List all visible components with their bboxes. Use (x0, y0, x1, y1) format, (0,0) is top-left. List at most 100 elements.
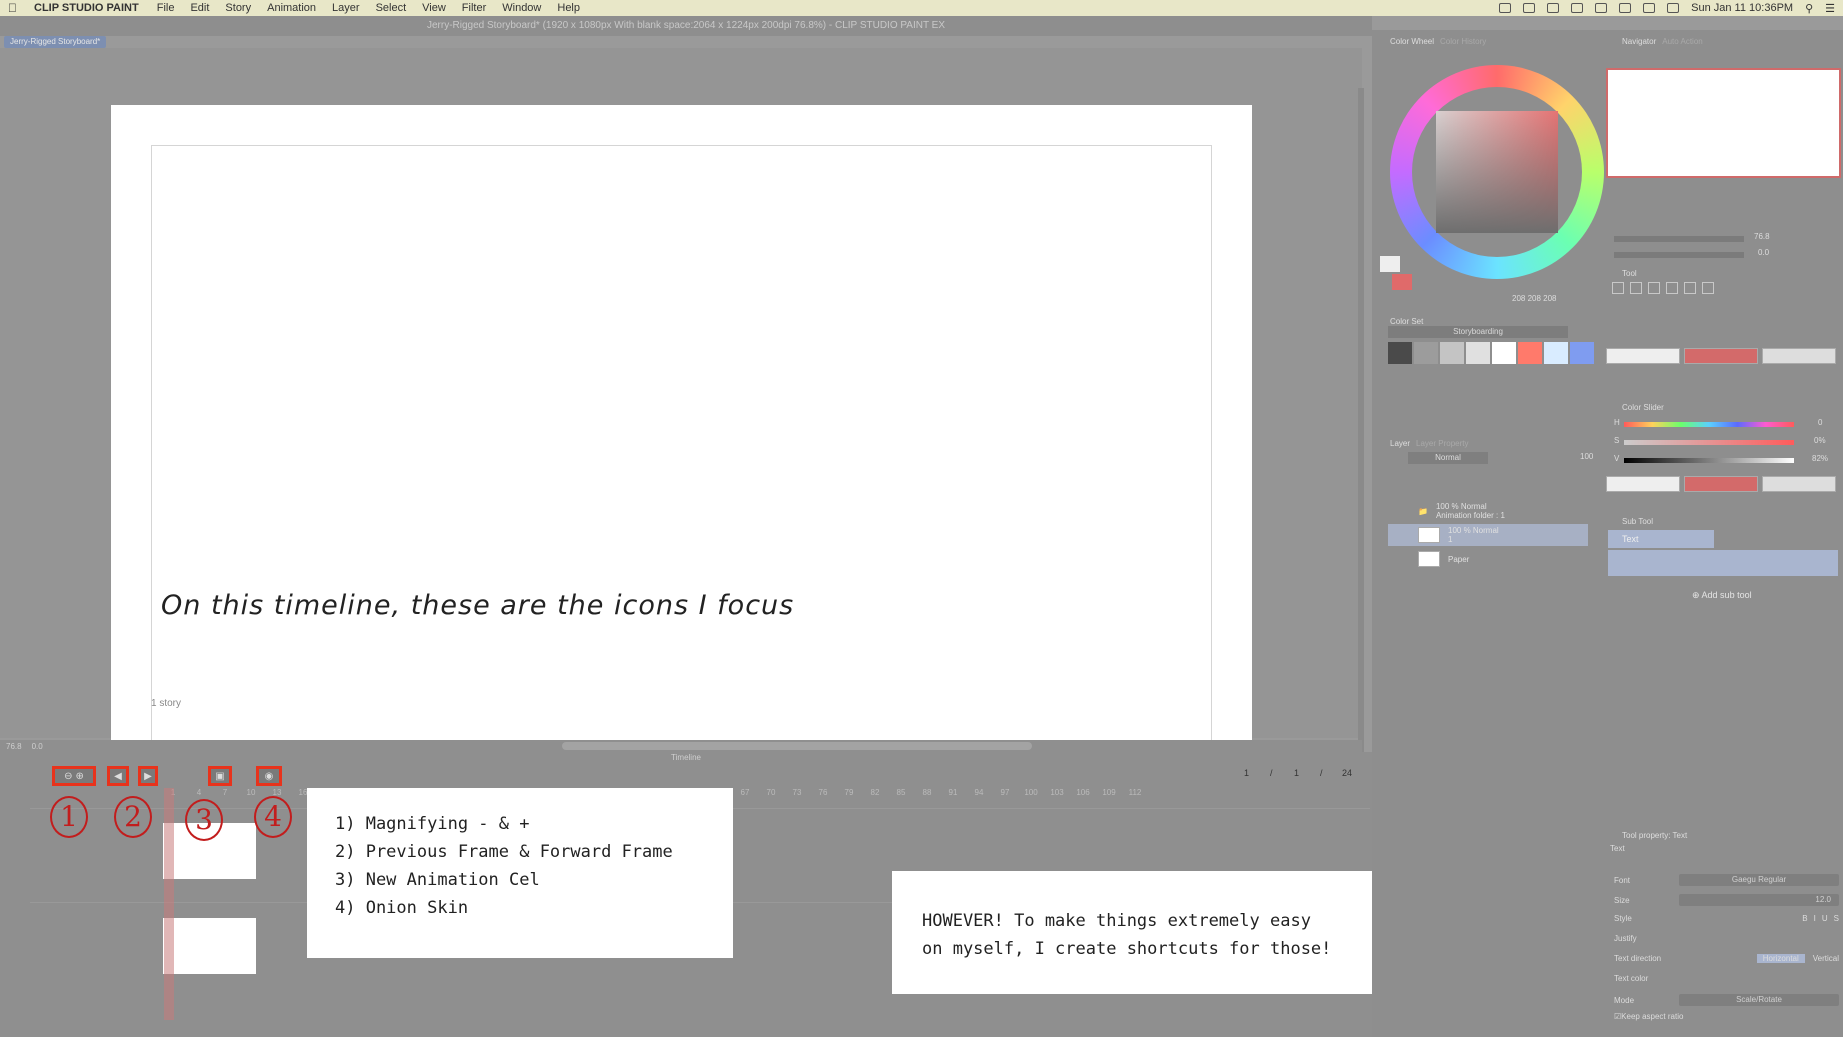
ruler-tick[interactable]: 112 (1122, 788, 1148, 800)
ruler-tick[interactable]: 73 (784, 788, 810, 800)
hue-slider[interactable] (1624, 422, 1794, 427)
tool-sub-color[interactable] (1684, 348, 1758, 364)
tab-auto-action[interactable]: Auto Action (1662, 37, 1702, 46)
eraser-tool-icon[interactable] (1630, 282, 1642, 294)
ruler-tick[interactable]: 76 (810, 788, 836, 800)
slider-main-color[interactable] (1606, 476, 1680, 492)
paper-cel[interactable] (163, 918, 256, 974)
text-tool-icon[interactable] (1684, 282, 1696, 294)
layer-row-paper[interactable]: Paper (1388, 548, 1588, 570)
saturation-value[interactable]: 0% (1814, 436, 1826, 445)
saturation-slider[interactable] (1624, 440, 1794, 445)
underline-button[interactable]: U (1822, 914, 1828, 923)
ruler-tick[interactable]: 70 (758, 788, 784, 800)
zoom-value[interactable]: 76.8 (6, 742, 22, 751)
menu-animation[interactable]: Animation (267, 2, 316, 14)
bluetooth-icon[interactable] (1619, 3, 1632, 13)
slider-sub-color[interactable] (1684, 476, 1758, 492)
tab-color-history[interactable]: Color History (1440, 37, 1486, 46)
zoom-in-icon[interactable]: ⊕ (76, 771, 84, 782)
menu-window[interactable]: Window (502, 2, 541, 14)
color-wheel[interactable] (1390, 65, 1604, 279)
headphones-icon[interactable] (1571, 3, 1584, 13)
blend-mode-select[interactable]: Normal (1408, 452, 1488, 464)
opacity-value[interactable]: 100 (1580, 452, 1593, 461)
rotation-value[interactable]: 0.0 (32, 742, 43, 751)
navigator-preview[interactable] (1606, 68, 1841, 178)
tab-color-wheel[interactable]: Color Wheel (1390, 37, 1434, 46)
ruler-tick[interactable]: 94 (966, 788, 992, 800)
hue-value[interactable]: 0 (1818, 418, 1822, 427)
zoom-out-icon[interactable]: ⊖ (64, 771, 72, 782)
previous-frame-button[interactable]: ◀ (107, 766, 129, 786)
layer-row-cel[interactable]: 100 % Normal 1 (1388, 524, 1588, 546)
ruler-tick[interactable]: 109 (1096, 788, 1122, 800)
sub-color-swatch[interactable] (1392, 274, 1412, 290)
swatch-6[interactable] (1518, 342, 1542, 364)
ruler-tick[interactable]: 85 (888, 788, 914, 800)
menu-story[interactable]: Story (225, 2, 251, 14)
canvas-page[interactable] (111, 105, 1252, 783)
menu-edit[interactable]: Edit (190, 2, 209, 14)
italic-button[interactable]: I (1814, 914, 1816, 923)
cast-icon[interactable] (1595, 3, 1608, 13)
ruler-tick[interactable]: 4 (186, 788, 212, 800)
font-select[interactable]: Gaegu Regular (1679, 874, 1839, 886)
swatch-3[interactable] (1440, 342, 1464, 364)
zoom-buttons[interactable]: ⊖ ⊕ (52, 766, 96, 786)
ruler-tick[interactable]: 100 (1018, 788, 1044, 800)
next-frame-button[interactable]: ▶ (138, 766, 158, 786)
document-tab[interactable]: Jerry-Rigged Storyboard* (4, 36, 107, 48)
ruler-tick[interactable]: 10 (238, 788, 264, 800)
value-slider[interactable] (1624, 458, 1794, 463)
brush-tool-icon[interactable] (1648, 282, 1660, 294)
menu-file[interactable]: File (157, 2, 175, 14)
dropbox-icon[interactable] (1499, 3, 1512, 13)
menu-view[interactable]: View (422, 2, 446, 14)
tab-layer-property[interactable]: Layer Property (1416, 439, 1468, 448)
menu-select[interactable]: Select (376, 2, 407, 14)
tool-transparent-color[interactable] (1762, 348, 1836, 364)
sub-tool-text[interactable]: Text (1608, 530, 1714, 548)
saturation-square[interactable] (1436, 111, 1558, 233)
vertical-button[interactable]: Vertical (1813, 954, 1839, 963)
nav-angle-slider[interactable] (1614, 252, 1744, 258)
ruler-tick[interactable]: 106 (1070, 788, 1096, 800)
horizontal-scrollbar[interactable] (562, 742, 1032, 750)
apple-icon[interactable]:  (8, 1, 20, 15)
swatch-4[interactable] (1466, 342, 1490, 364)
tab-layer[interactable]: Layer (1390, 439, 1410, 448)
new-animation-cel-button[interactable]: ▣ (208, 766, 232, 786)
fill-tool-icon[interactable] (1666, 282, 1678, 294)
playhead[interactable] (164, 788, 174, 1020)
ruler-tick[interactable]: 103 (1044, 788, 1070, 800)
size-input[interactable]: 12.0 (1679, 894, 1839, 906)
ruler-tick[interactable]: 88 (914, 788, 940, 800)
grid-icon[interactable] (1523, 3, 1536, 13)
swatch-1[interactable] (1388, 342, 1412, 364)
pen-tool-icon[interactable] (1612, 282, 1624, 294)
swatch-8[interactable] (1570, 342, 1594, 364)
menubar-clock[interactable]: Sun Jan 11 10:36PM (1691, 2, 1793, 14)
canvas-area[interactable] (0, 48, 1364, 788)
nav-zoom-value[interactable]: 76.8 (1754, 232, 1770, 241)
value-value[interactable]: 82% (1812, 454, 1828, 463)
nav-zoom-slider[interactable] (1614, 236, 1744, 242)
layer-row-folder[interactable]: 📁 100 % Normal Animation folder : 1 (1388, 500, 1588, 522)
color-set-dropdown[interactable]: Storyboarding (1388, 326, 1568, 338)
menu-filter[interactable]: Filter (462, 2, 486, 14)
battery-icon[interactable] (1667, 3, 1680, 13)
ruler-tick[interactable]: 7 (212, 788, 238, 800)
main-color-swatch[interactable] (1380, 256, 1400, 272)
swatch-7[interactable] (1544, 342, 1568, 364)
ruler-tick[interactable]: 91 (940, 788, 966, 800)
swatch-2[interactable] (1414, 342, 1438, 364)
vertical-scrollbar[interactable] (1358, 88, 1364, 788)
swatch-5[interactable] (1492, 342, 1516, 364)
app-menu[interactable]: CLIP STUDIO PAINT (34, 2, 139, 14)
wifi-icon[interactable] (1643, 3, 1656, 13)
strike-button[interactable]: S (1834, 914, 1839, 923)
keep-aspect-checkbox[interactable]: ☑ (1614, 1012, 1621, 1021)
search-icon[interactable]: ⚲ (1805, 2, 1813, 15)
ruler-tick[interactable]: 67 (732, 788, 758, 800)
